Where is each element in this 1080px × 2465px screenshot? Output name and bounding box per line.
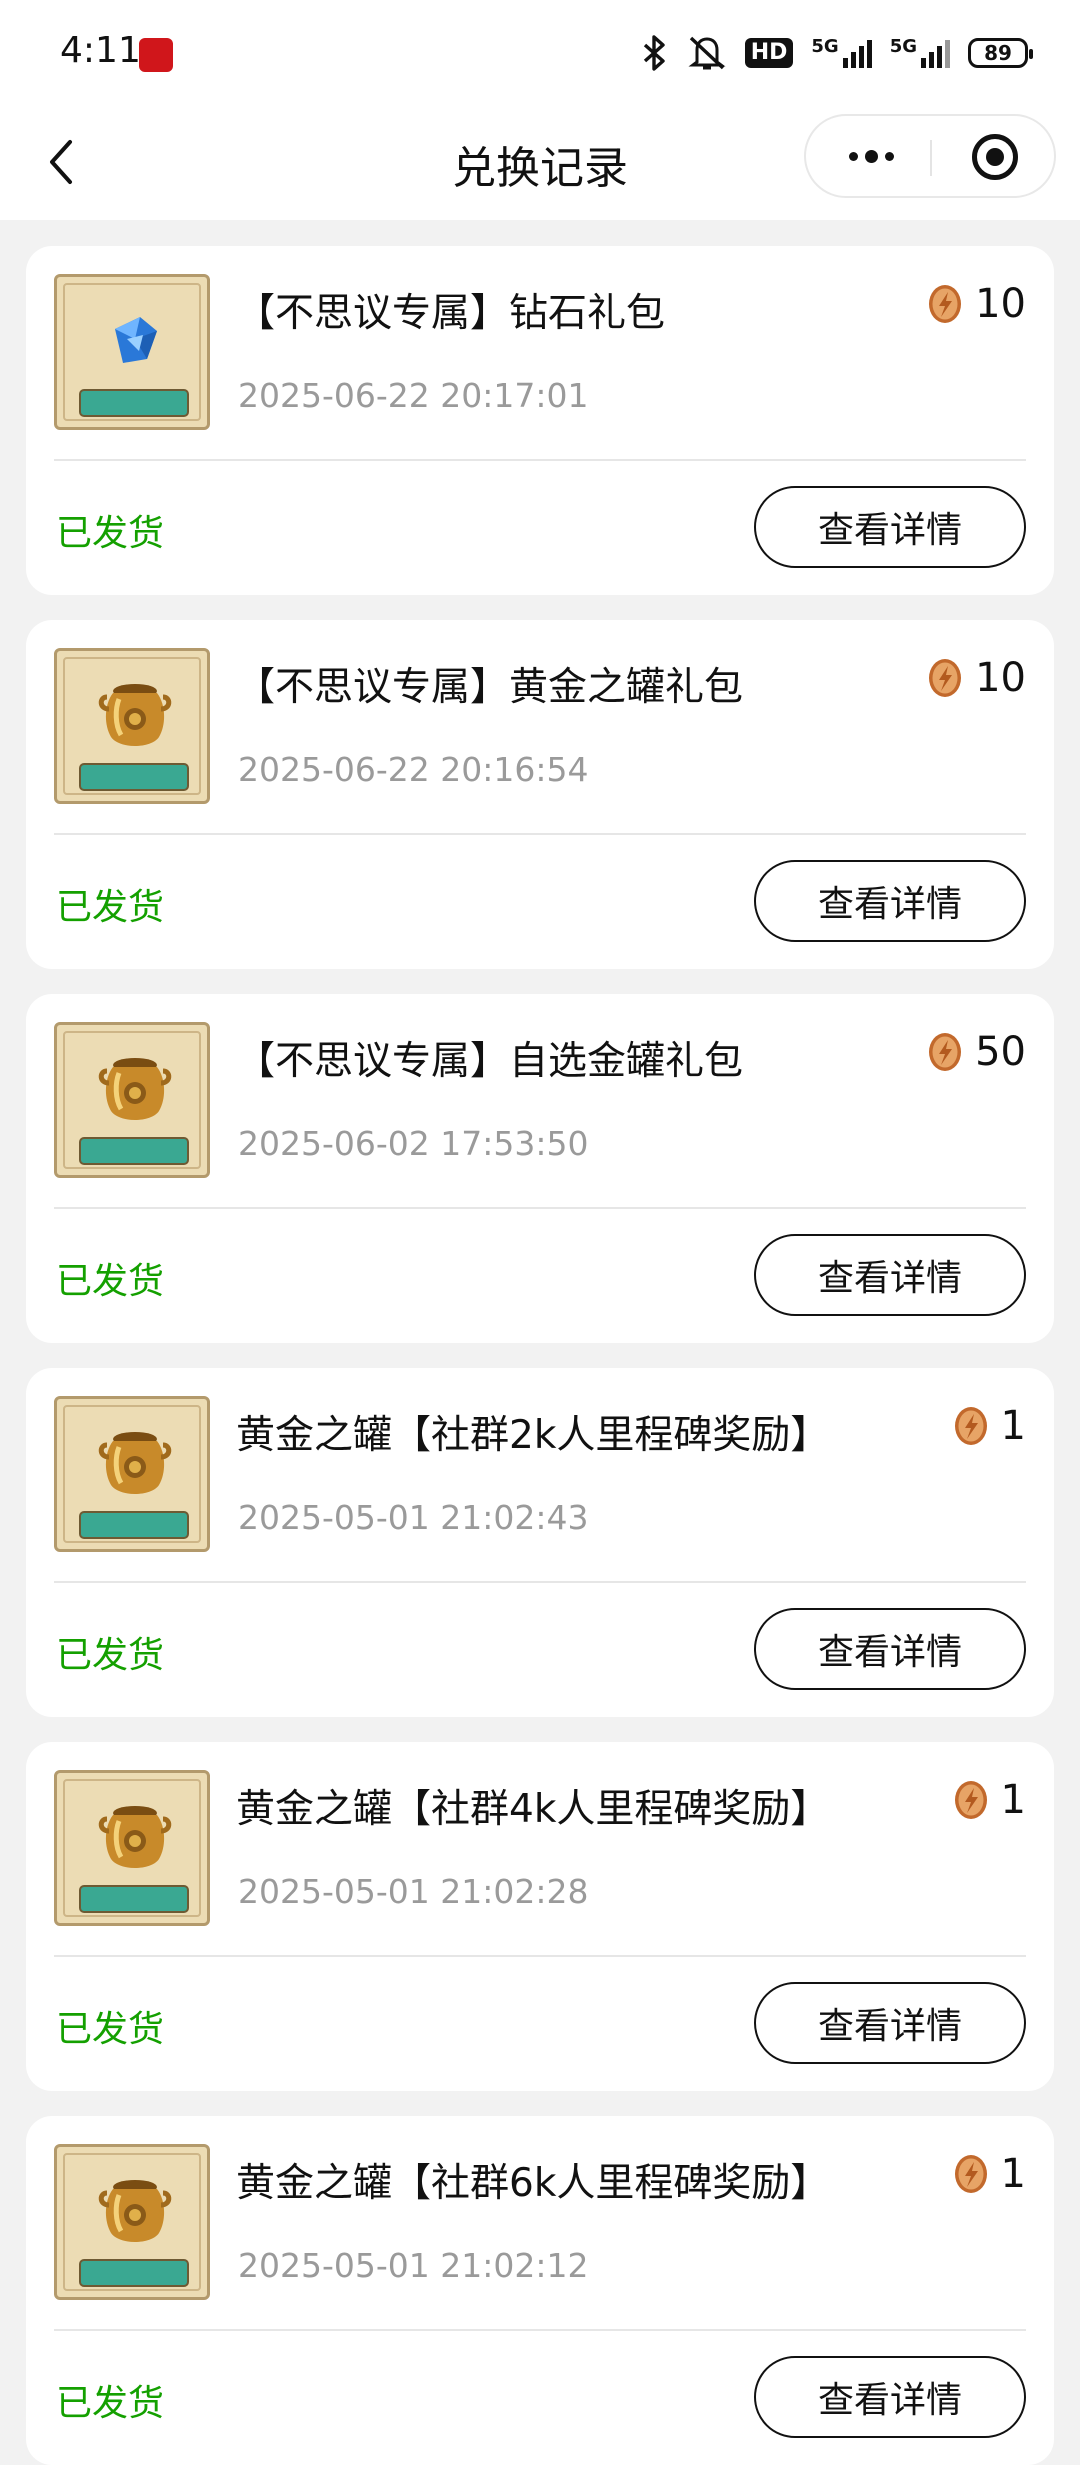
record-card: 【不思议专属】钻石礼包 2025-06-22 20:17:01 10 已发货 查… xyxy=(26,246,1054,595)
nav-bar: 兑换记录 xyxy=(0,104,1080,220)
signal-2: 5G xyxy=(890,38,950,68)
golden-jar-icon xyxy=(98,1806,172,1868)
item-title: 【不思议专属】自选金罐礼包 xyxy=(236,1039,744,1084)
price-value: 1 xyxy=(1000,2151,1026,2197)
item-thumbnail xyxy=(54,1770,210,1926)
view-details-button[interactable]: 查看详情 xyxy=(754,1608,1026,1690)
shipping-status: 已发货 xyxy=(56,2009,165,2050)
item-title: 黄金之罐【社群4k人里程碑奖励】 xyxy=(236,1787,830,1832)
shipping-status: 已发货 xyxy=(56,887,165,928)
exchange-date: 2025-06-22 20:17:01 xyxy=(238,376,589,415)
card-divider xyxy=(54,459,1026,461)
item-title: 黄金之罐【社群6k人里程碑奖励】 xyxy=(236,2161,830,2206)
item-thumbnail xyxy=(54,1396,210,1552)
record-card: 【不思议专属】黄金之罐礼包 2025-06-22 20:16:54 10 已发货… xyxy=(26,620,1054,969)
signal-bars-icon xyxy=(842,38,872,68)
thumbnail-banner xyxy=(79,1511,189,1539)
shipping-status: 已发货 xyxy=(56,513,165,554)
mute-bell-icon xyxy=(688,36,726,70)
shipping-status: 已发货 xyxy=(56,1261,165,1302)
signal-bars-icon xyxy=(921,38,950,68)
item-thumbnail xyxy=(54,2144,210,2300)
coin-icon xyxy=(954,1407,987,1445)
view-details-button[interactable]: 查看详情 xyxy=(754,486,1026,568)
coin-icon xyxy=(954,2155,987,2193)
golden-jar-icon xyxy=(98,1432,172,1494)
diamond-icon xyxy=(115,317,157,363)
item-thumbnail xyxy=(54,648,210,804)
record-card: 黄金之罐【社群2k人里程碑奖励】 2025-05-01 21:02:43 1 已… xyxy=(26,1368,1054,1717)
item-price: 50 xyxy=(927,1030,1026,1074)
golden-jar-icon xyxy=(98,684,172,746)
thumbnail-banner xyxy=(79,1885,189,1913)
record-card: 黄金之罐【社群6k人里程碑奖励】 2025-05-01 21:02:12 1 已… xyxy=(26,2116,1054,2465)
item-price: 10 xyxy=(927,656,1026,700)
exchange-date: 2025-06-22 20:16:54 xyxy=(238,750,589,789)
item-price: 1 xyxy=(953,1404,1026,1448)
exchange-date: 2025-06-02 17:53:50 xyxy=(238,1124,589,1163)
coin-icon xyxy=(929,285,962,323)
signal-1: 5G xyxy=(811,36,872,68)
card-divider xyxy=(54,1207,1026,1209)
record-card: 【不思议专属】自选金罐礼包 2025-06-02 17:53:50 50 已发货… xyxy=(26,994,1054,1343)
item-thumbnail xyxy=(54,274,210,430)
network-label-1: 5G xyxy=(811,36,839,57)
view-details-button[interactable]: 查看详情 xyxy=(754,1234,1026,1316)
item-price: 10 xyxy=(927,282,1026,326)
price-value: 1 xyxy=(1000,1777,1026,1823)
item-title: 【不思议专属】黄金之罐礼包 xyxy=(236,665,744,710)
bluetooth-icon xyxy=(643,35,665,71)
price-value: 10 xyxy=(975,281,1026,327)
item-title: 【不思议专属】钻石礼包 xyxy=(236,291,666,336)
mini-program-capsule xyxy=(804,114,1056,198)
thumbnail-banner xyxy=(79,1137,189,1165)
view-details-button[interactable]: 查看详情 xyxy=(754,860,1026,942)
status-time: 4:11 xyxy=(60,30,141,71)
notification-app-icon xyxy=(139,38,173,72)
card-divider xyxy=(54,2329,1026,2331)
coin-icon xyxy=(929,659,962,697)
item-price: 1 xyxy=(953,2152,1026,2196)
item-price: 1 xyxy=(953,1778,1026,1822)
card-divider xyxy=(54,833,1026,835)
view-details-button[interactable]: 查看详情 xyxy=(754,1982,1026,2064)
golden-jar-icon xyxy=(98,2180,172,2242)
status-icons: HD 5G 5G 89 xyxy=(641,30,1033,76)
more-options-icon[interactable] xyxy=(836,138,906,174)
battery-indicator: 89 xyxy=(968,38,1033,68)
capsule-divider xyxy=(930,140,932,176)
coin-icon xyxy=(954,1781,987,1819)
record-card: 黄金之罐【社群4k人里程碑奖励】 2025-05-01 21:02:28 1 已… xyxy=(26,1742,1054,2091)
price-value: 50 xyxy=(975,1029,1026,1075)
thumbnail-banner xyxy=(79,2259,189,2287)
coin-icon xyxy=(929,1033,962,1071)
hd-badge: HD xyxy=(744,38,794,68)
view-details-button[interactable]: 查看详情 xyxy=(754,2356,1026,2438)
thumbnail-banner xyxy=(79,389,189,417)
item-title: 黄金之罐【社群2k人里程碑奖励】 xyxy=(236,1413,830,1458)
shipping-status: 已发货 xyxy=(56,1635,165,1676)
exchange-date: 2025-05-01 21:02:28 xyxy=(238,1872,589,1911)
network-label-2: 5G xyxy=(889,36,917,57)
exchange-date: 2025-05-01 21:02:12 xyxy=(238,2246,589,2285)
thumbnail-banner xyxy=(79,763,189,791)
status-bar: 4:11 HD 5G 5G 89 xyxy=(0,0,1080,104)
exchange-date: 2025-05-01 21:02:43 xyxy=(238,1498,589,1537)
price-value: 1 xyxy=(1000,1403,1026,1449)
item-thumbnail xyxy=(54,1022,210,1178)
close-miniprogram-icon[interactable] xyxy=(972,134,1018,180)
golden-jar-icon xyxy=(98,1058,172,1120)
card-divider xyxy=(54,1581,1026,1583)
shipping-status: 已发货 xyxy=(56,2383,165,2424)
card-divider xyxy=(54,1955,1026,1957)
price-value: 10 xyxy=(975,655,1026,701)
